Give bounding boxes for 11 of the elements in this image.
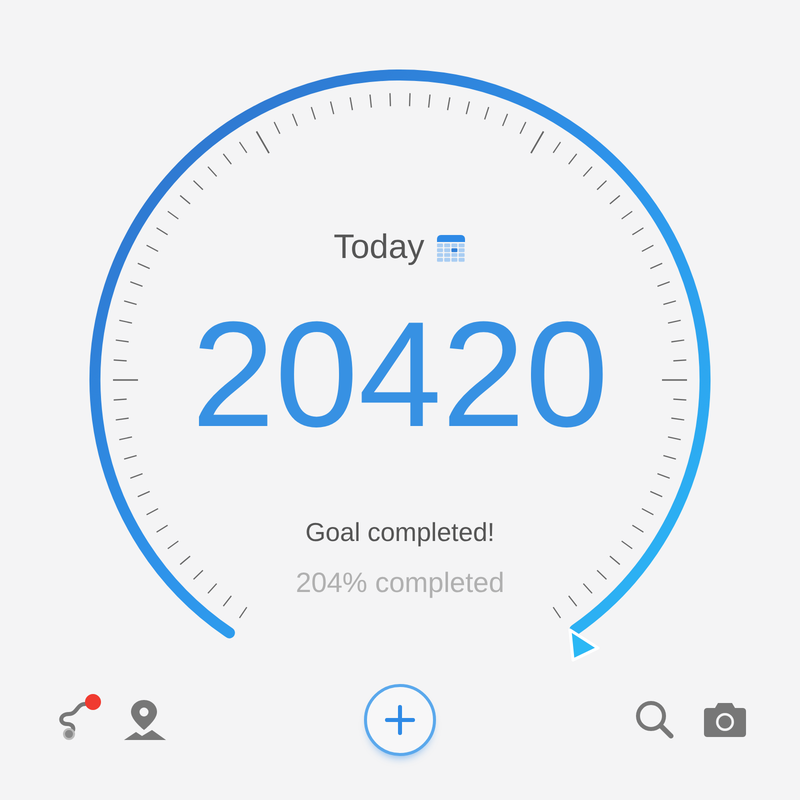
map-pin-icon: [122, 698, 168, 742]
arrow-head-icon: [568, 628, 600, 662]
camera-icon: [703, 702, 747, 738]
percent-completed: 204% completed: [296, 566, 504, 600]
search-icon: [634, 699, 676, 741]
add-button[interactable]: [364, 684, 436, 756]
today-label: Today: [334, 227, 424, 268]
calendar-icon[interactable]: [436, 232, 466, 262]
goal-message: Goal completed!: [305, 516, 495, 549]
plus-icon: [385, 705, 415, 735]
step-count: 20420: [191, 299, 609, 449]
